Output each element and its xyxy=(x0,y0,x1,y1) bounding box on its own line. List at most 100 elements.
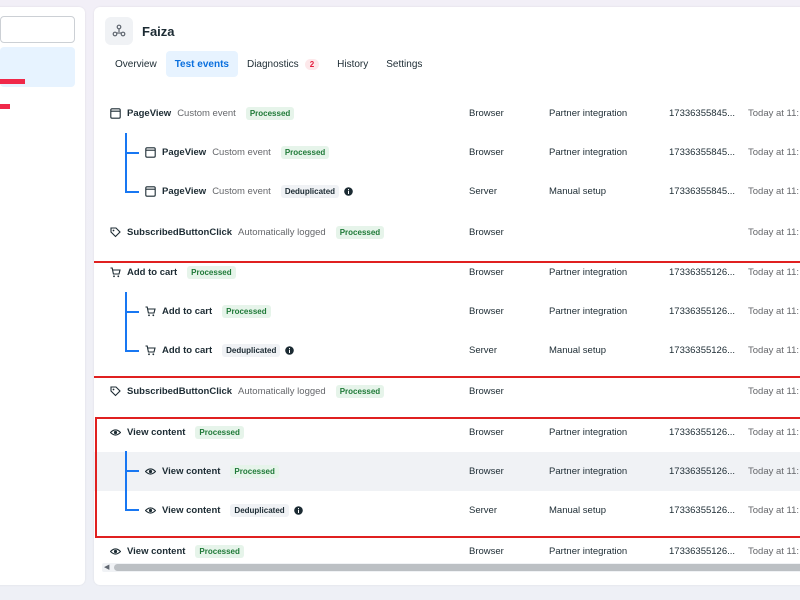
tab-settings[interactable]: Settings xyxy=(377,51,431,77)
scrollbar-thumb[interactable] xyxy=(114,564,800,571)
tag-icon xyxy=(110,386,121,397)
event-name: PageView xyxy=(162,147,207,158)
event-source: Browser xyxy=(469,466,504,477)
event-type: Automatically logged xyxy=(238,386,326,397)
integration-method: Partner integration xyxy=(549,108,628,119)
table-row[interactable]: PageView Custom event Deduplicated Server Ma… xyxy=(94,172,800,211)
event-name-cell: Add to cart Processed xyxy=(145,292,271,331)
tree-line xyxy=(125,152,139,154)
event-name-cell: Add to cart Processed xyxy=(110,253,236,292)
tree-line xyxy=(125,451,127,511)
event-name-cell: SubscribedButtonClick Automatically logge… xyxy=(110,372,385,411)
tab-test-events[interactable]: Test events xyxy=(165,51,238,77)
main-panel: Faiza Overview Test events Diagnostics 2 … xyxy=(94,7,800,585)
event-time: Today at 11: xyxy=(748,186,800,197)
table-row[interactable]: SubscribedButtonClick Automatically logge… xyxy=(94,213,800,252)
event-id: 17336355845... xyxy=(669,108,736,119)
event-time: Today at 11: xyxy=(748,345,800,356)
search-input[interactable] xyxy=(0,16,75,43)
event-name: Add to cart xyxy=(162,306,213,317)
event-id: 17336355126... xyxy=(669,267,736,278)
eye-icon xyxy=(145,505,156,516)
event-type: Custom event xyxy=(212,147,271,158)
event-time: Today at 11: xyxy=(748,147,800,158)
event-id: 17336355126... xyxy=(669,306,736,317)
event-name: SubscribedButtonClick xyxy=(127,227,233,238)
table-row[interactable]: PageView Custom event Processed Browser Part… xyxy=(94,94,800,133)
table-row[interactable]: View content Processed Browser Partner inte… xyxy=(94,413,800,452)
tag-icon xyxy=(110,227,121,238)
diagnostics-count-badge: 2 xyxy=(304,58,320,70)
table-row[interactable]: Add to cart Deduplicated Server Manual setu… xyxy=(94,331,800,370)
status-badge: Deduplicated xyxy=(222,344,281,357)
tab-diagnostics[interactable]: Diagnostics 2 xyxy=(238,51,328,77)
event-id: 17336355126... xyxy=(669,427,736,438)
integration-method: Partner integration xyxy=(549,306,628,317)
info-icon[interactable] xyxy=(293,506,303,515)
window-icon xyxy=(110,108,121,119)
redaction-mark xyxy=(0,104,10,109)
tab-overview[interactable]: Overview xyxy=(106,51,166,77)
horizontal-scrollbar[interactable]: ◀ xyxy=(102,563,800,572)
table-row[interactable]: PageView Custom event Processed Browser Part… xyxy=(94,133,800,172)
table-row[interactable]: Add to cart Processed Browser Partner integ… xyxy=(94,292,800,331)
pixel-nodes-icon xyxy=(112,24,126,37)
event-source: Browser xyxy=(469,427,504,438)
event-name-cell: PageView Custom event Processed xyxy=(110,94,295,133)
eye-icon xyxy=(145,466,156,477)
event-source: Browser xyxy=(469,227,504,238)
event-name: View content xyxy=(127,546,186,557)
event-id: 17336355845... xyxy=(669,186,736,197)
event-source: Server xyxy=(469,505,497,516)
event-name-cell: Add to cart Deduplicated xyxy=(145,331,295,370)
integration-method: Manual setup xyxy=(549,505,607,516)
event-name-cell: PageView Custom event Deduplicated xyxy=(145,172,353,211)
event-name: View content xyxy=(162,505,221,516)
tree-line xyxy=(125,191,139,193)
event-source: Browser xyxy=(469,108,504,119)
event-type: Custom event xyxy=(177,108,236,119)
redaction-mark xyxy=(0,79,25,84)
tab-label: Diagnostics xyxy=(246,58,299,70)
integration-method: Manual setup xyxy=(549,345,607,356)
tab-label: Settings xyxy=(386,58,423,70)
event-id: 17336355845... xyxy=(669,147,736,158)
tree-line xyxy=(125,470,139,472)
eye-icon xyxy=(110,546,121,557)
event-time: Today at 11: xyxy=(748,227,800,238)
tree-line xyxy=(125,509,139,511)
event-id: 17336355126... xyxy=(669,505,736,516)
event-type: Automatically logged xyxy=(238,227,326,238)
tree-line xyxy=(125,292,127,352)
event-time: Today at 11: xyxy=(748,108,800,119)
event-time: Today at 11: xyxy=(748,306,800,317)
left-panel xyxy=(0,7,85,585)
eye-icon xyxy=(110,427,121,438)
info-icon[interactable] xyxy=(285,346,295,355)
event-name-cell: PageView Custom event Processed xyxy=(145,133,330,172)
cart-icon xyxy=(110,267,121,278)
info-icon[interactable] xyxy=(344,187,353,196)
event-name: PageView xyxy=(162,186,207,197)
table-row[interactable]: View content Deduplicated Server Manual set… xyxy=(94,491,800,530)
status-badge: Processed xyxy=(280,146,330,159)
event-name: Add to cart xyxy=(162,345,213,356)
integration-method: Manual setup xyxy=(549,186,607,197)
table-row[interactable]: View content Processed Browser Partner inte… xyxy=(94,452,800,491)
pixel-icon xyxy=(105,17,133,45)
event-type: Custom event xyxy=(212,186,271,197)
table-row[interactable]: Add to cart Processed Browser Partner integ… xyxy=(94,253,800,292)
tab-label: Test events xyxy=(174,58,229,70)
event-name: View content xyxy=(127,427,186,438)
event-name-cell: View content Processed xyxy=(145,452,279,491)
table-row[interactable]: SubscribedButtonClick Automatically logge… xyxy=(94,372,800,411)
window-icon xyxy=(145,147,156,158)
event-source: Browser xyxy=(469,386,504,397)
window-icon xyxy=(145,186,156,197)
tab-history[interactable]: History xyxy=(328,51,377,77)
event-time: Today at 11: xyxy=(748,386,800,397)
status-badge: Processed xyxy=(230,465,279,478)
scroll-left-arrow-icon[interactable]: ◀ xyxy=(104,563,109,571)
integration-method: Partner integration xyxy=(549,267,628,278)
status-badge: Processed xyxy=(195,426,244,439)
